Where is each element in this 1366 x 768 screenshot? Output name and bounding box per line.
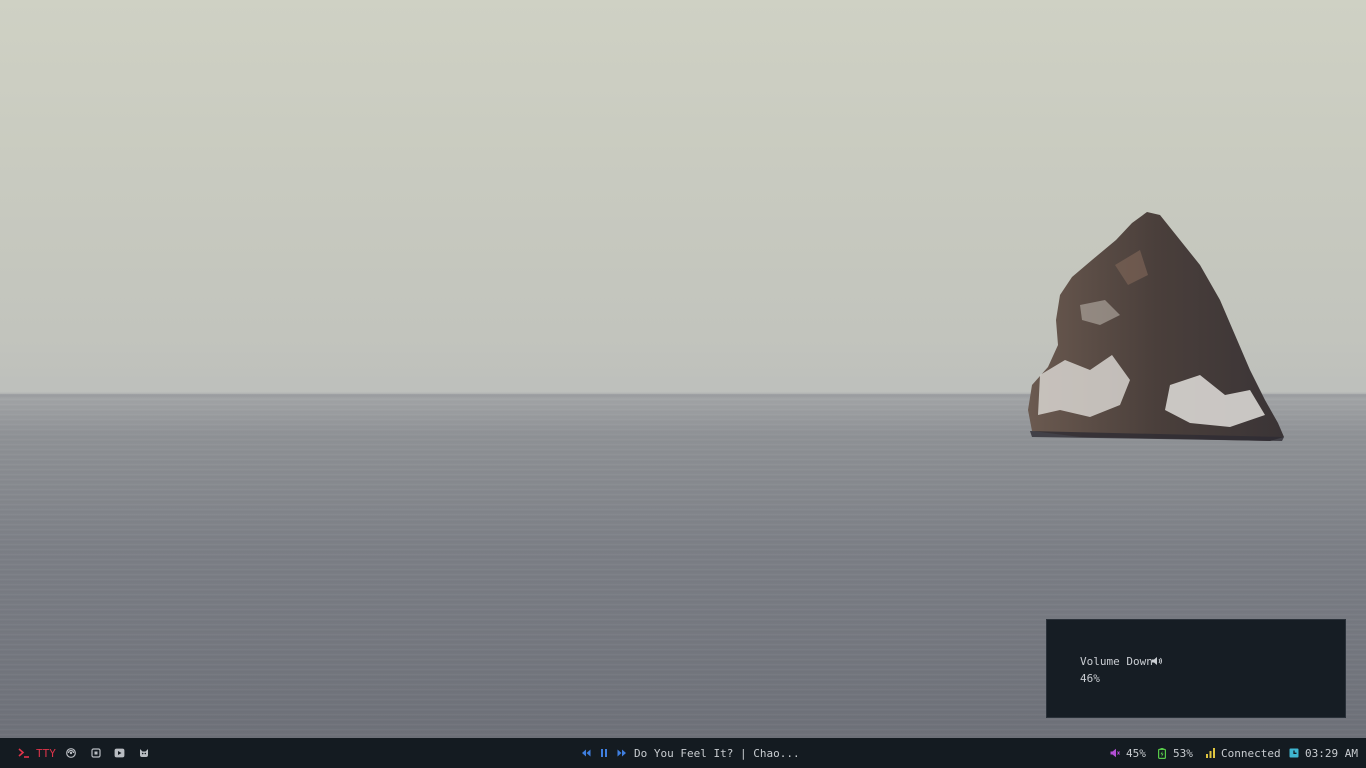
speaker-icon [1152,657,1162,665]
tty-label: TTY [36,747,56,760]
terminal-prompt-icon [18,748,29,758]
wallpaper-rock [1028,212,1284,441]
battery-level: 53% [1173,747,1193,760]
volume-level[interactable]: 45% [1126,747,1146,761]
now-playing-track[interactable]: Do You Feel It? | Chao... [634,747,800,761]
network-status[interactable]: Connected [1221,747,1281,761]
notification-title: Volume Down [1080,655,1153,668]
status-bar: TTY Do You Feel It? | Chao... 45% 53% Co… [0,738,1366,768]
volume-icon[interactable] [1110,748,1120,758]
fast-forward-icon[interactable] [617,748,627,758]
battery-icon [1158,748,1166,759]
clock-icon [1289,748,1299,758]
rewind-icon[interactable] [581,748,591,758]
volume-notification[interactable]: Volume Down 46% [1046,619,1346,718]
browser-icon[interactable] [66,748,76,758]
cat-icon[interactable] [139,748,149,758]
media-player-icon[interactable] [114,748,125,758]
notification-value: 46% [1080,672,1100,685]
network-signal-icon[interactable] [1206,748,1216,758]
pause-icon[interactable] [600,748,608,758]
clock: 03:29 AM [1305,747,1358,760]
tty-workspace-button[interactable]: TTY [16,738,56,768]
files-icon[interactable] [91,748,101,758]
